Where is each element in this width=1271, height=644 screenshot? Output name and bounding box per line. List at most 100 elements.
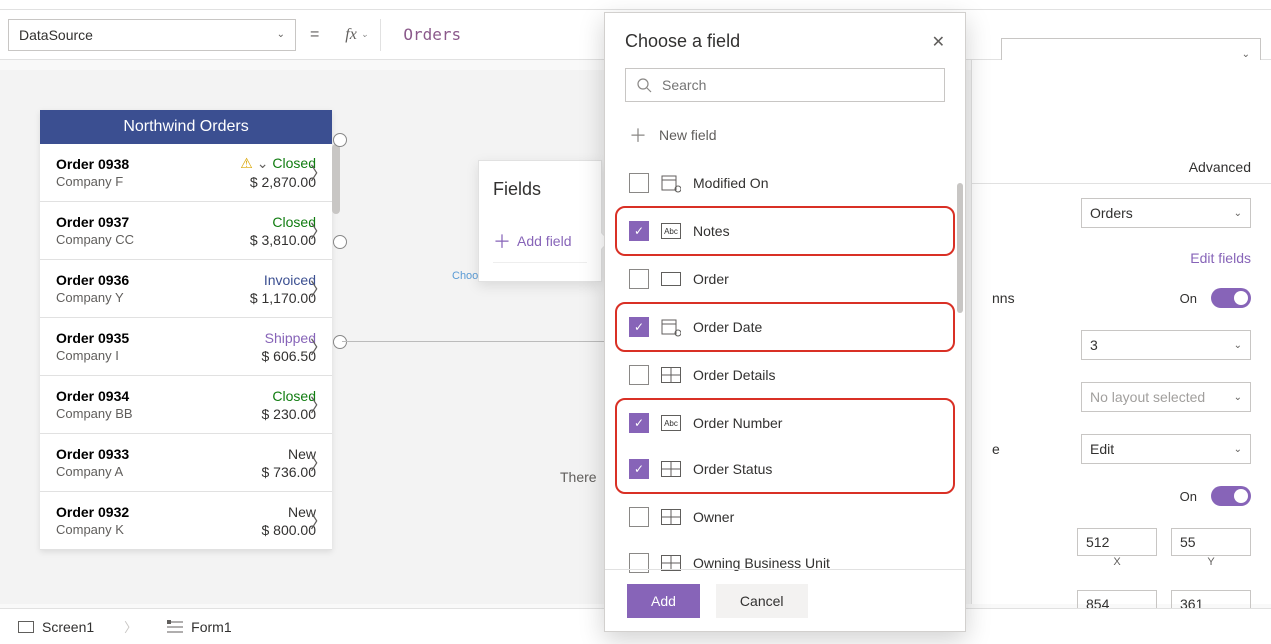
order-id: Order 0933 [56, 446, 262, 462]
company-name: Company F [56, 174, 240, 189]
order-status: Closed [262, 388, 317, 404]
company-name: Company I [56, 348, 262, 363]
mode-dropdown[interactable]: Edit⌄ [1081, 434, 1251, 464]
order-amount: $ 3,810.00 [250, 232, 316, 248]
edit-fields-link[interactable]: Edit fields [1190, 250, 1251, 266]
selection-edge [342, 341, 622, 342]
order-amount: $ 736.00 [262, 464, 317, 480]
warning-icon: ⚠ [240, 155, 253, 171]
picker-scrollbar[interactable] [957, 183, 963, 313]
field-label: Order Date [693, 319, 762, 335]
close-icon[interactable]: ✕ [932, 32, 945, 52]
gallery-row[interactable]: Order 0934 Company BB Closed $ 230.00 〉 [40, 376, 332, 434]
checkbox[interactable] [629, 269, 649, 289]
order-id: Order 0934 [56, 388, 262, 404]
field-item[interactable]: Owner [617, 494, 953, 540]
new-field-button[interactable]: ＋ New field [605, 114, 965, 156]
chevron-right-icon[interactable]: 〉 [310, 450, 328, 476]
field-label: Notes [693, 223, 730, 239]
field-label: Order Number [693, 415, 782, 431]
resize-handle[interactable] [333, 335, 347, 349]
company-name: Company Y [56, 290, 250, 305]
checkbox[interactable] [629, 507, 649, 527]
resize-handle[interactable] [333, 235, 347, 249]
empty-form-text: There [560, 469, 597, 485]
chevron-right-icon[interactable]: 〉 [310, 218, 328, 244]
gallery-row[interactable]: Order 0938 Company F ⚠⌄ Closed $ 2,870.0… [40, 144, 332, 202]
crumb-screen[interactable]: Screen1 [18, 619, 94, 635]
x-label: X [1077, 556, 1157, 568]
cancel-button[interactable]: Cancel [716, 584, 808, 618]
gallery-row[interactable]: Order 0932 Company K New $ 800.00 〉 [40, 492, 332, 550]
order-status: Invoiced [250, 272, 316, 288]
field-type-icon [661, 173, 681, 193]
checkbox[interactable]: ✓ [629, 317, 649, 337]
fields-panel: Fields ＋ Add field [478, 160, 602, 282]
equals-sign: = [306, 26, 323, 44]
field-label: Owner [693, 509, 734, 525]
company-name: Company A [56, 464, 262, 479]
chevron-right-icon[interactable]: 〉 [310, 334, 328, 360]
order-amount: $ 2,870.00 [240, 174, 316, 190]
pos-x-input[interactable]: 512 [1077, 528, 1157, 556]
property-dropdown[interactable]: DataSource⌄ [8, 19, 296, 51]
field-type-icon [661, 509, 681, 525]
checkbox[interactable] [629, 173, 649, 193]
field-item[interactable]: ✓ Abc Notes [617, 208, 953, 254]
order-status: Closed [250, 214, 316, 230]
visible-toggle[interactable] [1211, 486, 1251, 506]
chevron-right-icon[interactable]: 〉 [310, 160, 328, 186]
field-picker-dropdown: Choose a field ✕ ＋ New field Modified On… [604, 12, 966, 632]
field-type-icon [661, 317, 681, 337]
checkbox[interactable]: ✓ [629, 221, 649, 241]
y-label: Y [1171, 556, 1251, 568]
checkbox[interactable] [629, 365, 649, 385]
gallery-row[interactable]: Order 0935 Company I Shipped $ 606.50 〉 [40, 318, 332, 376]
layout-dropdown[interactable]: No layout selected⌄ [1081, 382, 1251, 412]
resize-handle[interactable] [333, 133, 347, 147]
gallery-row[interactable]: Order 0936 Company Y Invoiced $ 1,170.00… [40, 260, 332, 318]
columns-dropdown[interactable]: 3⌄ [1081, 330, 1251, 360]
crumb-form[interactable]: Form1 [167, 619, 231, 635]
add-button[interactable]: Add [627, 584, 700, 618]
snap-columns-toggle[interactable] [1211, 288, 1251, 308]
order-amount: $ 1,170.00 [250, 290, 316, 306]
pos-y-input[interactable]: 55 [1171, 528, 1251, 556]
plus-icon: ＋ [629, 122, 647, 148]
tab-advanced[interactable]: Advanced [1189, 159, 1251, 183]
insert-ribbon: Text▾ Input▾ Gallery▾ Data table Forms▾ … [0, 0, 1271, 10]
checkbox[interactable]: ✓ [629, 413, 649, 433]
chevron-right-icon[interactable]: 〉 [310, 392, 328, 418]
datasource-dropdown[interactable]: Orders⌄ [1081, 198, 1251, 228]
field-label: Modified On [693, 175, 768, 191]
orders-gallery[interactable]: Northwind Orders Order 0938 Company F ⚠⌄… [40, 110, 332, 550]
field-item[interactable]: Order [617, 256, 953, 302]
fx-button[interactable]: fx⌄ [333, 19, 381, 51]
gallery-scrollbar[interactable] [332, 144, 340, 214]
gallery-row[interactable]: Order 0933 Company A New $ 736.00 〉 [40, 434, 332, 492]
form-icon [167, 620, 183, 634]
field-search[interactable] [625, 68, 945, 102]
order-id: Order 0938 [56, 156, 240, 172]
search-input[interactable] [662, 77, 934, 93]
field-item[interactable]: ✓ Abc Order Number [617, 400, 953, 446]
field-item[interactable]: ✓ Order Status [617, 446, 953, 492]
order-status: New [262, 446, 317, 462]
order-status: New [262, 504, 317, 520]
order-id: Order 0936 [56, 272, 250, 288]
mode-label: e [992, 441, 1000, 457]
field-type-icon [661, 272, 681, 286]
chevron-right-icon[interactable]: 〉 [310, 508, 328, 534]
field-item[interactable]: Order Details [617, 352, 953, 398]
gallery-row[interactable]: Order 0937 Company CC Closed $ 3,810.00 … [40, 202, 332, 260]
field-item[interactable]: Modified On [617, 160, 953, 206]
chevron-right-icon[interactable]: 〉 [310, 276, 328, 302]
order-id: Order 0932 [56, 504, 262, 520]
field-item[interactable]: ✓ Order Date [617, 304, 953, 350]
field-type-icon: Abc [661, 415, 681, 431]
field-label: Order Details [693, 367, 775, 383]
add-field-button[interactable]: ＋ Add field [493, 228, 587, 263]
checkbox[interactable]: ✓ [629, 459, 649, 479]
screen-icon [18, 621, 34, 633]
field-type-icon [661, 461, 681, 477]
